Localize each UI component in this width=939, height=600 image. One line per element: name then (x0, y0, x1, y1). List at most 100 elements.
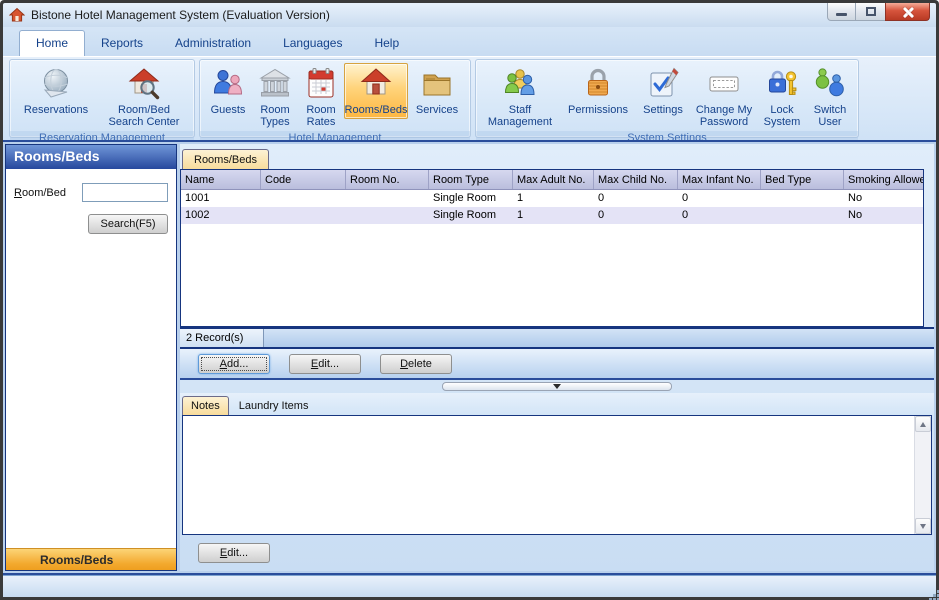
ribbon-item-services[interactable]: Services (408, 63, 466, 119)
minimize-button[interactable] (827, 3, 856, 21)
column-header-max-adult[interactable]: Max Adult No. (513, 170, 594, 189)
tab-languages[interactable]: Languages (267, 31, 358, 56)
room-bed-label: Room/Bed (14, 186, 66, 199)
ribbon-item-label: Room/Bed Search Center (108, 104, 180, 128)
cell-room-no (346, 207, 429, 224)
ribbon-item-label: Change My Password (695, 104, 753, 128)
cell-code (261, 190, 346, 207)
cell-room-no (346, 190, 429, 207)
ribbon-item-label: Guests (210, 104, 246, 116)
ribbon-item-permissions[interactable]: Permissions (560, 63, 636, 119)
table-row[interactable]: 1001 Single Room 1 0 0 No (181, 190, 923, 207)
ribbon-item-switch-user[interactable]: Switch User (806, 63, 854, 131)
document-tabs: Rooms/Beds (180, 144, 934, 169)
cell-smoking-allowed: No (848, 192, 863, 204)
window-controls (827, 3, 930, 21)
ribbon-group-hotel-management: Guests Room Types Room Rates Rooms/Beds … (199, 59, 471, 144)
building-icon (259, 68, 291, 97)
column-header-max-infant[interactable]: Max Infant No. (678, 170, 761, 189)
padlock-icon (588, 68, 608, 96)
ribbon-item-staff-management[interactable]: Staff Management (480, 63, 560, 131)
sidebar-item-rooms-beds[interactable]: Rooms/Beds (6, 548, 176, 570)
rooms-table: Name Code Room No. Room Type Max Adult N… (180, 169, 924, 327)
maximize-icon (865, 7, 876, 16)
scroll-up-icon[interactable] (915, 416, 931, 432)
column-header-room-no[interactable]: Room No. (346, 170, 429, 189)
cell-room-type: Single Room (433, 192, 496, 204)
ribbon-item-reservations[interactable]: Reservations (14, 63, 98, 119)
ribbon-item-label: Permissions (568, 104, 628, 116)
cell-smoking-allowed: No (848, 209, 863, 221)
maximize-button[interactable] (856, 3, 885, 21)
globe-icon (43, 69, 68, 98)
table-actions: Add... Edit... Delete (180, 349, 934, 380)
content-panel: Rooms/Beds Name Code Room No. Room Type … (180, 144, 934, 571)
guests-icon (213, 70, 243, 95)
column-header-code[interactable]: Code (261, 170, 346, 189)
room-bed-search-input[interactable] (82, 183, 168, 202)
cell-room-type: Single Room (433, 209, 496, 221)
chevron-down-icon (553, 384, 561, 389)
table-row[interactable]: 1002 Single Room 1 0 0 No (181, 207, 923, 224)
tab-home[interactable]: Home (19, 30, 86, 56)
search-button[interactable]: Search(F5) (88, 214, 168, 234)
notes-edit-button[interactable]: Edit... (198, 543, 270, 563)
ribbon-item-room-bed-search-center[interactable]: Room/Bed Search Center (98, 63, 190, 131)
edit-button[interactable]: Edit... (289, 353, 361, 374)
ribbon-group-system-settings: Staff Management Permissions Settings Ch… (475, 59, 859, 144)
ribbon-item-room-rates[interactable]: Room Rates (298, 63, 344, 131)
cell-max-infant: 0 (682, 209, 689, 221)
tab-rooms-beds[interactable]: Rooms/Beds (182, 149, 269, 169)
column-header-room-type[interactable]: Room Type (429, 170, 513, 189)
ribbon-item-label: Lock System (763, 104, 801, 128)
tab-laundry-items[interactable]: Laundry Items (231, 397, 317, 415)
main-area: Rooms/Beds Room/Bed Search(F5) Rooms/Bed… (3, 140, 936, 575)
app-window: Bistone Hotel Management System (Evaluat… (0, 0, 939, 600)
tab-help[interactable]: Help (358, 31, 415, 56)
tab-notes[interactable]: Notes (182, 396, 229, 415)
splitter-handle[interactable] (442, 382, 672, 391)
notes-textarea[interactable] (183, 416, 914, 534)
close-button[interactable] (885, 3, 930, 21)
record-count-bar: 2 Record(s) (180, 327, 934, 349)
ribbon-item-label: Services (415, 104, 459, 116)
cell-max-child: 0 (598, 192, 605, 204)
settings-icon (650, 67, 679, 97)
ribbon: Reservations Room/Bed Search Center Rese… (3, 56, 936, 144)
cell-bed-type (761, 207, 844, 224)
add-button[interactable]: Add... (198, 353, 270, 374)
tab-administration[interactable]: Administration (159, 31, 267, 56)
ribbon-group-reservation-management: Reservations Room/Bed Search Center Rese… (9, 59, 195, 144)
status-bar (3, 575, 936, 597)
ribbon-item-label: Settings (643, 104, 683, 116)
column-header-max-child[interactable]: Max Child No. (594, 170, 678, 189)
house-icon (360, 68, 392, 95)
ribbon-item-label: Switch User (813, 104, 847, 128)
close-icon (902, 6, 914, 18)
notes-panel (182, 415, 932, 535)
resize-grip-icon[interactable] (929, 590, 932, 593)
switch-user-icon (815, 68, 844, 97)
calendar-icon (308, 68, 334, 98)
splitter-row (180, 380, 934, 393)
tab-reports[interactable]: Reports (85, 31, 159, 56)
column-header-smoking-allowed[interactable]: Smoking Allowed (844, 170, 923, 189)
ribbon-item-lock-system[interactable]: Lock System (758, 63, 806, 131)
ribbon-item-change-my-password[interactable]: Change My Password (690, 63, 758, 131)
sidebar-empty-space (6, 234, 176, 548)
staff-icon (504, 69, 535, 95)
folder-icon (423, 74, 451, 96)
lock-key-icon (769, 70, 797, 95)
ribbon-item-rooms-beds[interactable]: Rooms/Beds (344, 63, 408, 119)
ribbon-item-room-types[interactable]: Room Types (252, 63, 298, 131)
table-header-row: Name Code Room No. Room Type Max Adult N… (181, 170, 923, 190)
column-header-bed-type[interactable]: Bed Type (761, 170, 844, 189)
column-header-name[interactable]: Name (181, 170, 261, 189)
ribbon-item-label: Staff Management (487, 104, 553, 128)
delete-button[interactable]: Delete (380, 353, 452, 374)
notes-scrollbar[interactable] (914, 416, 931, 534)
cell-name: 1001 (185, 192, 210, 204)
scroll-down-icon[interactable] (915, 518, 931, 534)
ribbon-item-guests[interactable]: Guests (204, 63, 252, 119)
ribbon-item-settings[interactable]: Settings (636, 63, 690, 119)
